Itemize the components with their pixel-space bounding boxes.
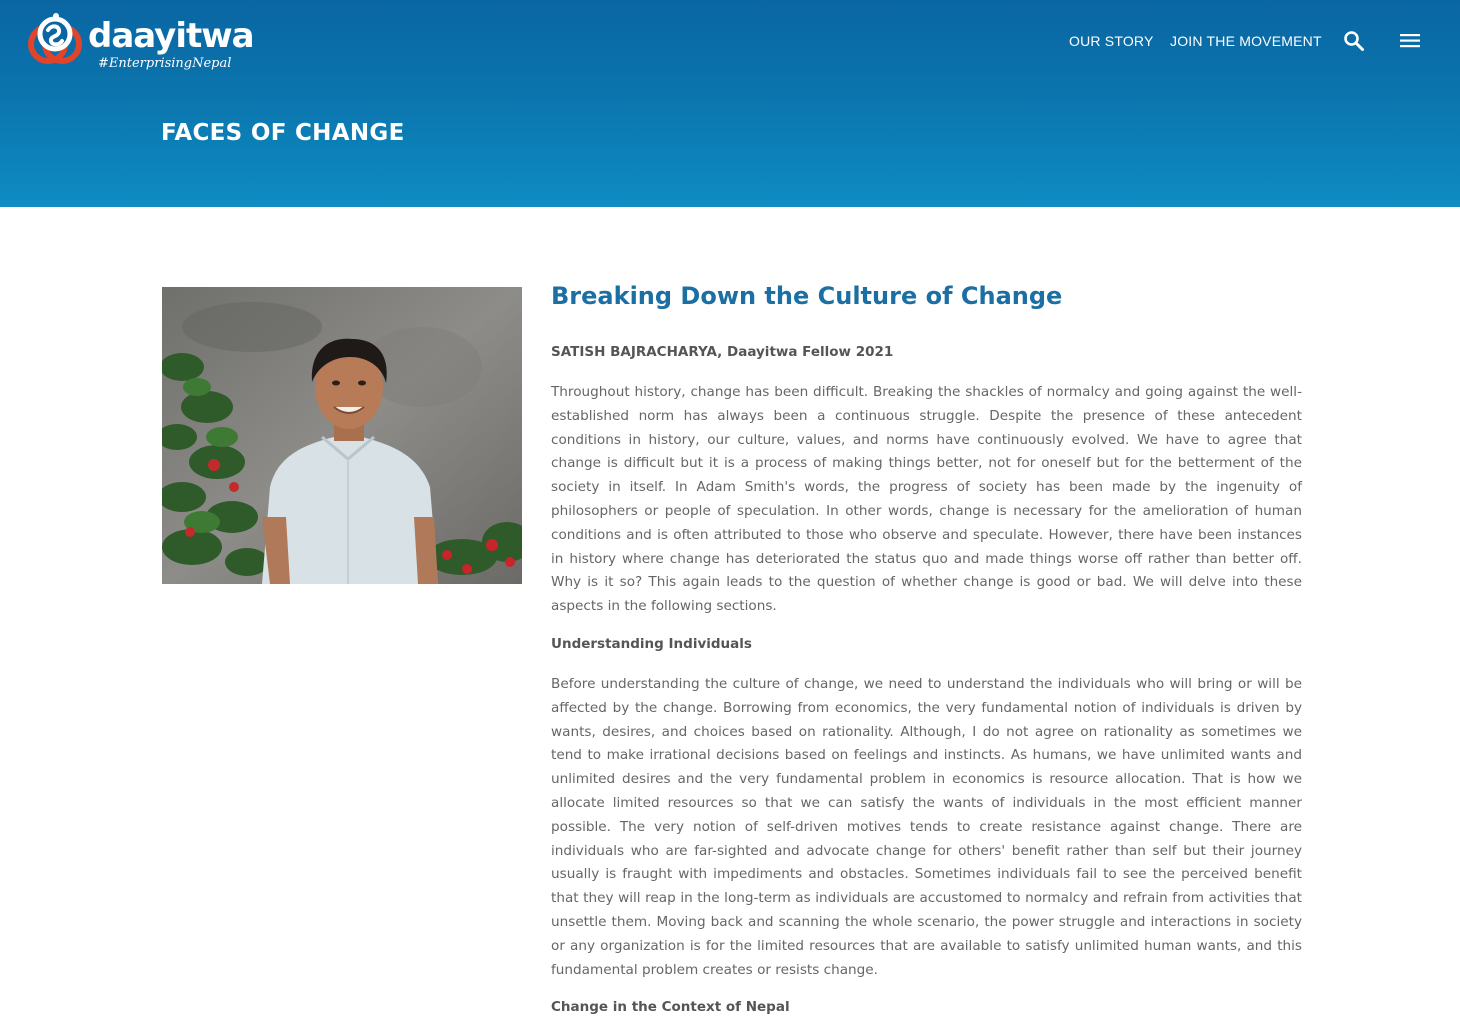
nav-join-the-movement[interactable]: JOIN THE MOVEMENT bbox=[1170, 33, 1322, 49]
hamburger-menu-icon[interactable] bbox=[1398, 29, 1422, 53]
article-byline: SATISH BAJRACHARYA, Daayitwa Fellow 2021 bbox=[551, 344, 894, 360]
brand-name: daayitwa bbox=[88, 16, 255, 56]
search-icon[interactable] bbox=[1342, 29, 1366, 53]
fellow-portrait-photo bbox=[162, 287, 522, 584]
article-paragraph: Throughout history, change has been diff… bbox=[551, 384, 1302, 615]
article-paragraph: Before understanding the culture of chan… bbox=[551, 675, 1302, 978]
daayitwa-logo-icon bbox=[28, 13, 82, 64]
article: Breaking Down the Culture of Change SATI… bbox=[551, 280, 1302, 1036]
article-title: Breaking Down the Culture of Change bbox=[551, 282, 1063, 310]
section-heading: Change in the Context of Nepal bbox=[551, 999, 790, 1016]
site-logo[interactable]: daayitwa #EnterprisingNepal bbox=[26, 10, 266, 80]
nav-our-story[interactable]: OUR STORY bbox=[1069, 33, 1154, 49]
page-title: FACES OF CHANGE bbox=[161, 120, 405, 146]
brand-tagline: #EnterprisingNepal bbox=[98, 56, 232, 71]
site-header: daayitwa #EnterprisingNepal OUR STORY JO… bbox=[0, 0, 1460, 207]
section-heading: Understanding Individuals bbox=[551, 635, 752, 652]
portrait-illustration bbox=[162, 287, 522, 584]
